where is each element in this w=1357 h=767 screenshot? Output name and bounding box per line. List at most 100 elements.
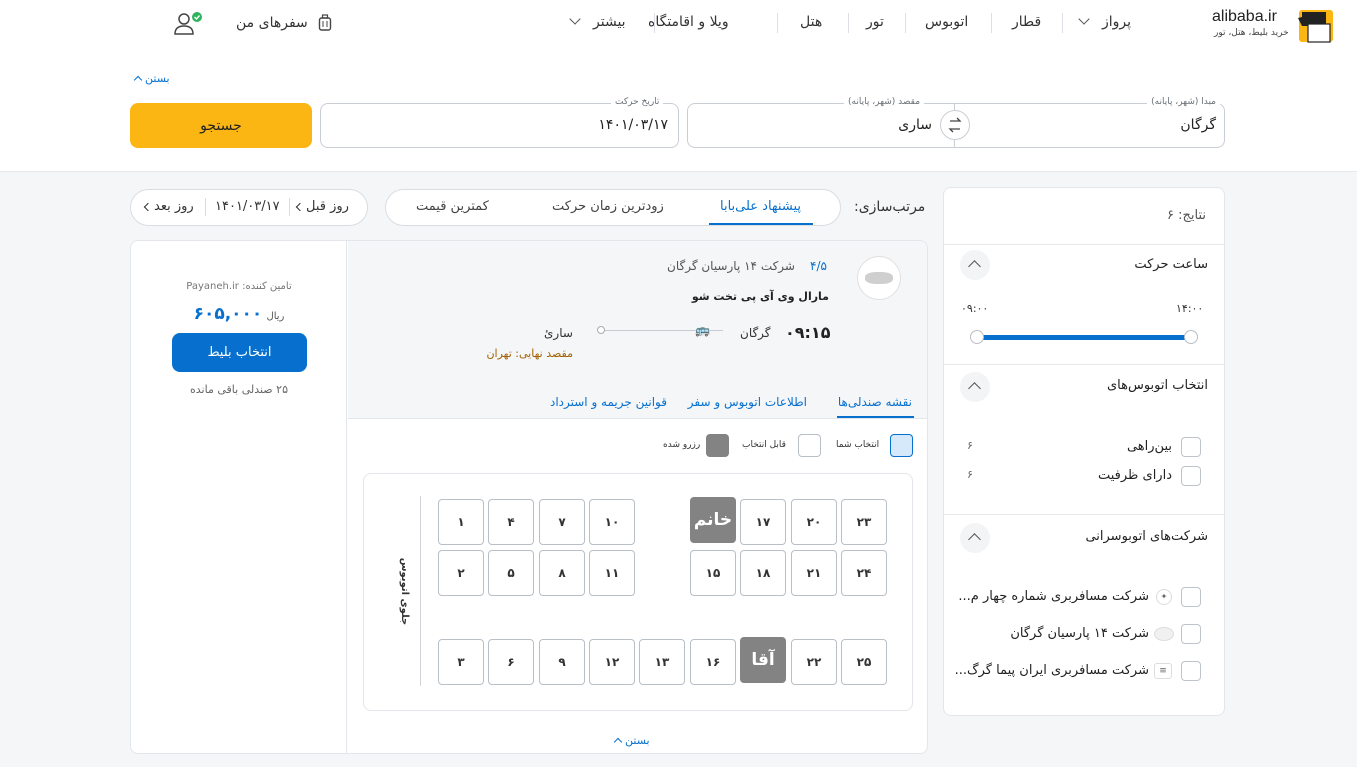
sort-label: مرتب‌سازی: — [854, 199, 926, 215]
company-option-label: شرکت مسافربری ایران پیما گرگ... — [954, 663, 1149, 678]
destination-city: ساریٔ — [544, 326, 573, 340]
sort-option-earliest[interactable]: زودترین زمان حرکت — [552, 199, 664, 214]
time-slider-handle-min[interactable] — [970, 330, 984, 344]
price-row: ریال ۶۰۵,۰۰۰ — [131, 304, 347, 324]
time-filter-from: ۰۹:۰۰ — [961, 302, 989, 315]
company-filter-collapse[interactable] — [960, 523, 990, 553]
seat[interactable]: ۱۵ — [690, 550, 736, 596]
logo-subtext: خرید بلیط، هتل، تور — [1214, 28, 1289, 38]
nav-bus[interactable]: اتوبوس — [925, 14, 968, 30]
logo[interactable]: alibaba.ir خرید بلیط، هتل، تور — [1212, 6, 1342, 46]
seat[interactable]: ۳ — [438, 639, 484, 685]
filter-sidebar: نتایج: ۶ ساعت حرکت ۱۴:۰۰ ۰۹:۰۰ انتخاب ات… — [943, 187, 1225, 716]
seat[interactable]: ۵ — [488, 550, 534, 596]
origin-city: گرگان — [740, 326, 771, 340]
logo-text: alibaba.ir — [1212, 8, 1277, 25]
ticket-card: تامین کننده: Payaneh.ir ریال ۶۰۵,۰۰۰ انت… — [130, 240, 928, 754]
company-name: شرکت ۱۴ پارسیان گرگان — [667, 259, 795, 273]
user-account-button[interactable] — [172, 12, 202, 36]
nav-train[interactable]: قطار — [1012, 14, 1041, 30]
company-checkbox[interactable] — [1181, 587, 1201, 607]
nav-divider — [905, 13, 906, 33]
company-logo-icon: ✦ — [1156, 589, 1172, 605]
nav-hotel[interactable]: هتل — [800, 14, 822, 30]
sort-option-recommended[interactable]: پیشنهاد علی‌بابا — [720, 199, 801, 214]
current-date: ۱۴۰۱/۰۳/۱۷ — [215, 199, 280, 214]
seat[interactable]: ۱۷ — [740, 499, 786, 545]
seat[interactable]: ۲۱ — [791, 550, 837, 596]
time-filter-collapse[interactable] — [960, 250, 990, 280]
price-currency: ریال — [266, 311, 285, 322]
nav-villa[interactable]: ویلا و اقامتگاه — [648, 14, 729, 30]
date-field-value: ۱۴۰۱/۰۳/۱۷ — [598, 117, 668, 133]
bus-option-label: بین‌راهی — [1126, 439, 1172, 454]
company-avatar — [857, 256, 901, 300]
details-close-toggle[interactable]: بستن — [613, 734, 650, 747]
legend-available-label: قابل انتخاب — [742, 440, 786, 450]
provider-label: تامین کننده: Payaneh.ir — [186, 281, 292, 292]
search-button[interactable]: جستجو — [130, 103, 312, 148]
bus-front-divider — [420, 496, 421, 686]
seat[interactable]: ۱۱ — [589, 550, 635, 596]
seat-reserved: خانم — [690, 497, 736, 543]
nav-flight-label: پرواز — [1102, 14, 1132, 30]
seat[interactable]: ۱۰ — [589, 499, 635, 545]
company-checkbox[interactable] — [1181, 624, 1201, 644]
select-ticket-button[interactable]: انتخاب بلیط — [172, 333, 307, 372]
destination-field-value: ساری — [898, 117, 932, 133]
chevron-left-icon — [295, 202, 305, 212]
logo-icon — [1298, 10, 1333, 43]
prev-day-button[interactable]: روز قبل — [295, 199, 349, 214]
bus-filter-collapse[interactable] — [960, 372, 990, 402]
time-range-slider[interactable] — [977, 335, 1191, 340]
nav-divider — [777, 13, 778, 33]
destination-field-label: مقصد (شهر، پایانه) — [844, 97, 925, 107]
destination-field[interactable]: مقصد (شهر، پایانه) ساری — [687, 97, 955, 148]
chevron-up-icon — [133, 75, 143, 85]
tab-bus-info[interactable]: اطلاعات اتوبوس و سفر — [688, 395, 807, 409]
company-checkbox[interactable] — [1181, 661, 1201, 681]
seat-reserved: آقا — [740, 637, 786, 683]
company-logo-icon — [1154, 627, 1174, 641]
swap-button[interactable] — [940, 110, 970, 140]
seat[interactable]: ۱۸ — [740, 550, 786, 596]
seat[interactable]: ۱۶ — [690, 639, 736, 685]
divider — [944, 514, 1224, 515]
time-filter-to: ۱۴:۰۰ — [1176, 302, 1204, 315]
seat[interactable]: ۲۴ — [841, 550, 887, 596]
seat[interactable]: ۲۰ — [791, 499, 837, 545]
search-close-toggle[interactable]: بستن — [133, 72, 170, 85]
tab-seat-map[interactable]: نقشه صندلی‌ها — [838, 395, 912, 409]
next-day-button[interactable]: روز بعد — [143, 199, 194, 214]
date-field-label: تاریخ حرکت — [611, 97, 664, 107]
bus-option-label: دارای ظرفیت — [1097, 468, 1172, 483]
my-trips-link[interactable]: سفرهای من — [236, 14, 332, 32]
legend-selected-label: انتخاب شما — [836, 440, 880, 450]
seat[interactable]: ۹ — [539, 639, 585, 685]
seat[interactable]: ۷ — [539, 499, 585, 545]
seat[interactable]: ۲۵ — [841, 639, 887, 685]
seat[interactable]: ۲ — [438, 550, 484, 596]
user-icon — [174, 12, 202, 35]
bus-option-checkbox[interactable] — [1181, 437, 1201, 457]
seat[interactable]: ۶ — [488, 639, 534, 685]
seat[interactable]: ۱۲ — [589, 639, 635, 685]
nav-tour[interactable]: تور — [866, 14, 884, 30]
seat-map: جلوی اتوبوس ۲۳ ۲۰ ۱۷ خانم ۱۰ ۷ ۴ ۱ ۲۴ ۲۱… — [363, 473, 913, 711]
origin-field[interactable]: مبدا (شهر، پایانه) گرگان — [955, 97, 1225, 148]
seat[interactable]: ۸ — [539, 550, 585, 596]
route-start-dot — [597, 326, 605, 334]
seat[interactable]: ۲۳ — [841, 499, 887, 545]
seat[interactable]: ۱ — [438, 499, 484, 545]
time-slider-handle-max[interactable] — [1184, 330, 1198, 344]
bus-option-checkbox[interactable] — [1181, 466, 1201, 486]
seat[interactable]: ۱۳ — [639, 639, 685, 685]
seat[interactable]: ۲۲ — [791, 639, 837, 685]
ticket-price: ۶۰۵,۰۰۰ — [193, 304, 263, 324]
nav-more[interactable]: بیشتر — [569, 13, 626, 30]
nav-flight[interactable]: پرواز — [1078, 13, 1132, 30]
date-field[interactable]: تاریخ حرکت ۱۴۰۱/۰۳/۱۷ — [320, 97, 679, 148]
sort-option-cheapest[interactable]: کمترین قیمت — [416, 199, 489, 214]
seat[interactable]: ۴ — [488, 499, 534, 545]
tab-refund-rules[interactable]: قوانین جریمه و استرداد — [550, 395, 667, 409]
